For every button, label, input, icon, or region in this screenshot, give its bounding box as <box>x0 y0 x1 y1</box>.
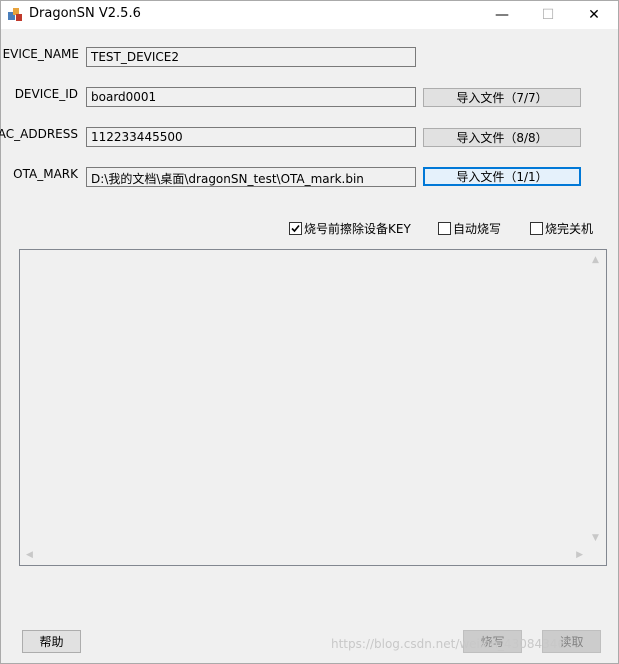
auto-burn-label: 自动烧写 <box>453 222 502 236</box>
shutdown-checkbox[interactable]: 烧完关机 <box>530 220 593 237</box>
log-content[interactable] <box>21 251 588 547</box>
scroll-left-icon[interactable]: ◀ <box>26 550 33 560</box>
app-icon <box>7 6 23 22</box>
erase-key-label: 烧号前擦除设备KEY <box>304 222 411 236</box>
device-name-label: EVICE_NAME <box>2 47 79 61</box>
erase-key-check-icon[interactable] <box>289 222 302 235</box>
mac-address-label: AC_ADDRESS <box>0 127 78 141</box>
app-window: DragonSN V2.5.6 — ☐ ✕ EVICE_NAME TEST_DE… <box>0 0 619 664</box>
ota-mark-label: OTA_MARK <box>13 167 78 181</box>
scroll-down-icon[interactable]: ▼ <box>592 533 599 543</box>
device-name-field[interactable]: TEST_DEVICE2 <box>86 47 416 67</box>
erase-key-checkbox[interactable]: 烧号前擦除设备KEY <box>289 220 411 237</box>
minimize-button[interactable]: — <box>479 1 525 29</box>
device-id-label: DEVICE_ID <box>14 87 78 101</box>
scroll-right-icon[interactable]: ▶ <box>576 550 583 560</box>
shutdown-check-icon[interactable] <box>530 222 543 235</box>
scroll-up-icon[interactable]: ▲ <box>592 255 599 265</box>
auto-burn-check-icon[interactable] <box>438 222 451 235</box>
window-title: DragonSN V2.5.6 <box>29 6 141 21</box>
title-bar[interactable]: DragonSN V2.5.6 — ☐ ✕ <box>1 1 618 29</box>
watermark-text: https://blog.csdn.net/weixin_43084346 <box>331 637 566 651</box>
auto-burn-checkbox[interactable]: 自动烧写 <box>438 220 501 237</box>
help-button[interactable]: 帮助 <box>22 630 81 653</box>
device-id-field[interactable]: board0001 <box>86 87 416 107</box>
vertical-scrollbar[interactable]: ▲ ▼ <box>588 251 605 547</box>
import-device-id-button[interactable]: 导入文件（7/7） <box>423 88 581 107</box>
import-ota-mark-button[interactable]: 导入文件（1/1） <box>423 167 581 186</box>
log-textarea[interactable]: ▲ ▼ ◀ ▶ <box>19 249 607 566</box>
maximize-button[interactable]: ☐ <box>525 1 571 29</box>
ota-mark-field[interactable]: D:\我的文档\桌面\dragonSN_test\OTA_mark.bin <box>86 167 416 187</box>
import-mac-address-button[interactable]: 导入文件（8/8） <box>423 128 581 147</box>
mac-address-field[interactable]: 112233445500 <box>86 127 416 147</box>
horizontal-scrollbar[interactable]: ◀ ▶ <box>21 547 588 564</box>
shutdown-label: 烧完关机 <box>545 222 594 236</box>
close-button[interactable]: ✕ <box>571 1 617 29</box>
